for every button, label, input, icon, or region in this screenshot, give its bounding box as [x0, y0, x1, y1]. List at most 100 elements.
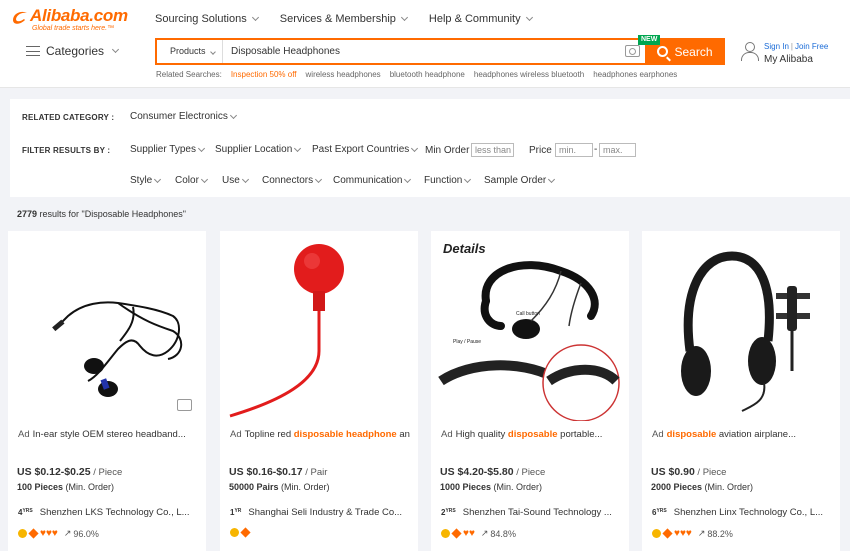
nav-sourcing-solutions[interactable]: Sourcing Solutions	[155, 13, 259, 25]
supplier-name[interactable]: Shenzhen LKS Technology Co., L...	[40, 507, 190, 518]
min-order: 50000 Pairs (Min. Order)	[229, 482, 330, 492]
filter-supplier-types[interactable]: Supplier Types	[130, 144, 206, 155]
supplier-name[interactable]: Shanghai Seli Industry & Trade Co...	[248, 507, 402, 518]
chevron-down-icon	[525, 13, 533, 22]
title-highlight: disposable	[666, 429, 717, 440]
product-price: US $4.20-$5.80 / Piece	[440, 466, 545, 478]
chevron-down-icon	[400, 13, 408, 22]
filter-sample-order[interactable]: Sample Order	[484, 175, 556, 186]
product-title[interactable]: AdTopline red disposable headphone an...	[230, 429, 410, 440]
response-rate: 96.0%	[73, 528, 99, 539]
chevron-down-icon	[315, 175, 323, 183]
moq-value: 100 Pieces	[17, 482, 64, 492]
heart-rating-icon: ♥♥	[463, 528, 475, 539]
logo-text: Alibaba.com	[30, 6, 128, 25]
title-text: portable...	[557, 429, 603, 440]
categories-menu[interactable]: Categories	[26, 44, 120, 58]
search-type-select[interactable]: Products	[157, 40, 223, 63]
filter-supplier-location[interactable]: Supplier Location	[215, 144, 302, 155]
sign-in-link[interactable]: Sign In	[764, 42, 789, 51]
supplier-name[interactable]: Shenzhen Tai-Sound Technology ...	[463, 507, 612, 518]
product-card[interactable]: Ad disposable aviation airplane... US $0.…	[642, 231, 840, 551]
title-text: In-ear style OEM stereo headband...	[32, 429, 186, 440]
filter-past-export-countries[interactable]: Past Export Countries	[312, 144, 419, 155]
nav-help-community[interactable]: Help & Community	[429, 13, 533, 25]
filter-color[interactable]: Color	[175, 175, 208, 186]
related-search-link[interactable]: bluetooth headphone	[390, 70, 465, 79]
chevron-down-icon	[209, 49, 216, 55]
join-free-link[interactable]: Join Free	[795, 42, 828, 51]
product-title[interactable]: Ad High quality disposable portable...	[441, 429, 621, 440]
filter-label: Supplier Location	[215, 144, 293, 155]
related-search-link[interactable]: headphones wireless bluetooth	[474, 70, 584, 79]
price-label: Price :	[529, 145, 558, 156]
price-min-input[interactable]: min.	[555, 143, 593, 157]
chevron-down-icon	[464, 175, 472, 183]
supplier-row: 4 YRS Shenzhen LKS Technology Co., L...	[18, 507, 190, 518]
years-badge: 2 YRS	[441, 508, 456, 517]
filter-by-label: FILTER RESULTS BY :	[22, 146, 111, 155]
filter-use[interactable]: Use	[222, 175, 249, 186]
new-badge: NEW	[638, 35, 661, 45]
related-search-link[interactable]: wireless headphones	[306, 70, 381, 79]
price-max-input[interactable]: max.	[599, 143, 636, 157]
product-image[interactable]: Details Call button Play / Pause	[431, 231, 629, 421]
price-value: US $4.20-$5.80	[440, 466, 514, 478]
header: Alibaba.com Global trade starts here.™ S…	[0, 0, 850, 88]
menu-icon	[26, 46, 40, 56]
chevron-down-icon	[294, 144, 302, 152]
top-nav: Sourcing Solutions Services & Membership…	[155, 13, 533, 25]
search-input[interactable]	[223, 40, 643, 63]
product-image[interactable]	[8, 231, 206, 421]
chevron-down-icon	[404, 175, 412, 183]
price-separator: -	[594, 144, 598, 155]
filter-communication[interactable]: Communication	[333, 175, 412, 186]
gold-supplier-icon	[18, 529, 27, 538]
product-card[interactable]: Details Call button Play / Pause Ad High …	[431, 231, 629, 551]
earphones-image	[8, 231, 206, 421]
gold-supplier-icon	[652, 529, 661, 538]
product-image[interactable]	[220, 231, 418, 421]
response-rate: 84.8%	[490, 528, 516, 539]
price-value: US $0.90	[651, 466, 695, 478]
user-icon[interactable]	[740, 42, 759, 61]
results-count: 2779 results for "Disposable Headphones"	[17, 209, 186, 219]
filter-function[interactable]: Function	[424, 175, 472, 186]
title-highlight: disposable	[507, 429, 558, 440]
camera-icon[interactable]	[625, 45, 640, 57]
chevron-down-icon	[200, 175, 208, 183]
nav-services-membership[interactable]: Services & Membership	[280, 13, 408, 25]
search-icon	[657, 46, 669, 57]
red-earphone-image	[220, 231, 418, 421]
product-card[interactable]: AdTopline red disposable headphone an...…	[220, 231, 418, 551]
product-title[interactable]: Ad In-ear style OEM stereo headband...	[18, 429, 198, 440]
results-text: results for "Disposable Headphones"	[37, 209, 187, 219]
related-search-link[interactable]: headphones earphones	[593, 70, 677, 79]
ad-label: Ad	[230, 429, 242, 440]
min-order: 1000 Pieces (Min. Order)	[440, 482, 542, 492]
related-category-value: Consumer Electronics	[130, 111, 228, 122]
trade-assurance-icon	[240, 527, 251, 538]
min-order: 2000 Pieces (Min. Order)	[651, 482, 753, 492]
filter-label: Style	[130, 175, 153, 186]
product-image[interactable]	[642, 231, 840, 421]
my-alibaba-link[interactable]: My Alibaba	[764, 54, 828, 65]
price-unit: / Piece	[513, 467, 546, 478]
related-category-dropdown[interactable]: Consumer Electronics	[130, 111, 237, 122]
min-order-input[interactable]: less than	[471, 143, 514, 157]
product-card[interactable]: Ad In-ear style OEM stereo headband... US…	[8, 231, 206, 551]
gold-supplier-icon	[230, 528, 239, 537]
supplier-name[interactable]: Shenzhen Linx Technology Co., L...	[674, 507, 823, 518]
filter-label: Supplier Types	[130, 144, 196, 155]
filter-connectors[interactable]: Connectors	[262, 175, 323, 186]
min-order: 100 Pieces (Min. Order)	[17, 482, 114, 492]
supplier-ratings	[230, 527, 251, 538]
supplier-ratings: ♥♥♥ ↗ 88.2%	[652, 528, 733, 539]
product-title[interactable]: Ad disposable aviation airplane...	[652, 429, 832, 440]
related-search-link[interactable]: Inspection 50% off	[231, 70, 297, 79]
alibaba-logo[interactable]: Alibaba.com Global trade starts here.™	[10, 6, 135, 36]
years-suffix: YRS	[656, 508, 667, 514]
filter-style[interactable]: Style	[130, 175, 162, 186]
chevron-down-icon	[411, 144, 419, 152]
supplier-row: 6 YRS Shenzhen Linx Technology Co., L...	[652, 507, 823, 518]
